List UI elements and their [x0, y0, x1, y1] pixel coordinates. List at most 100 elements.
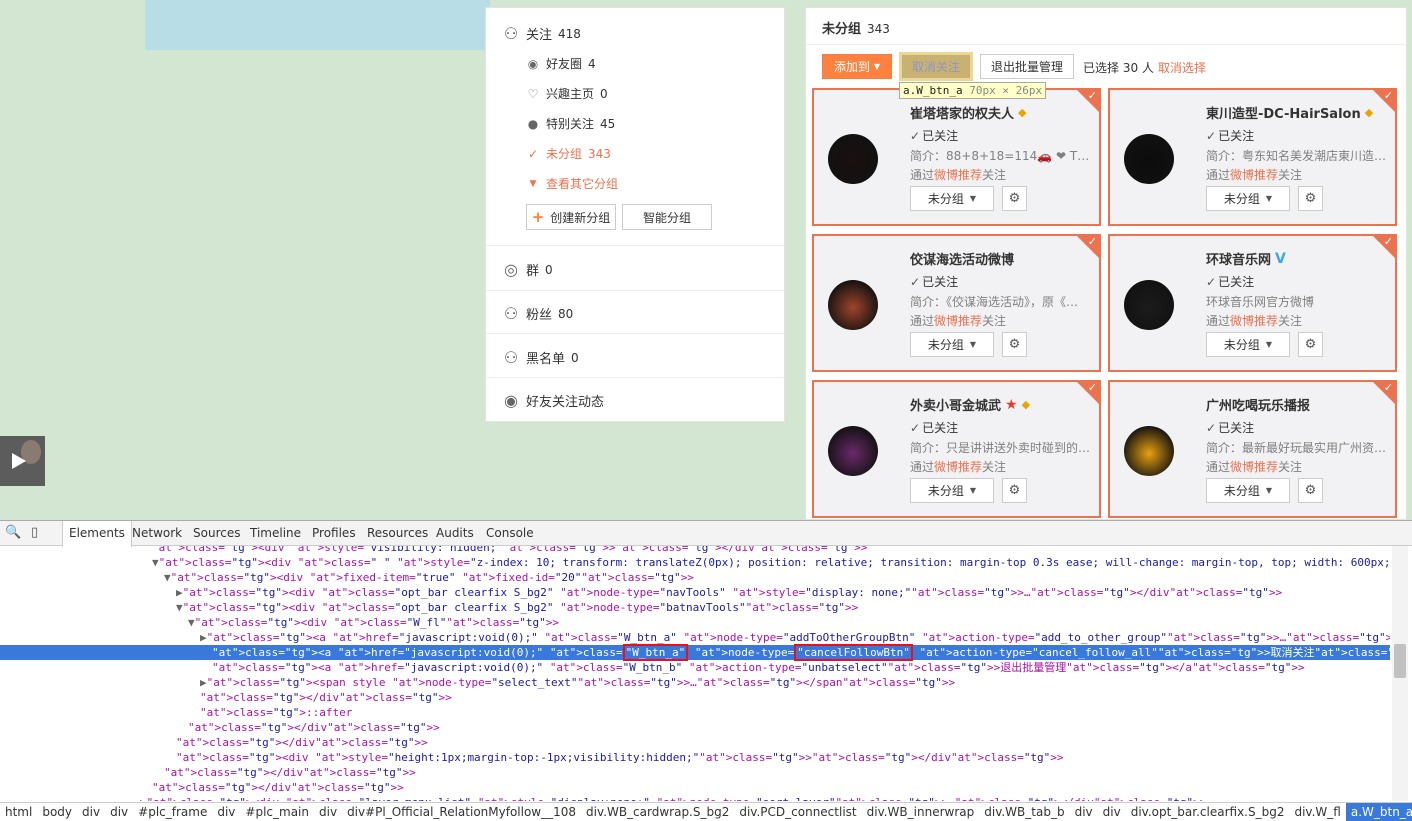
- dom-node-line[interactable]: "at">class="tg"><div "at">style="height:…: [0, 750, 1390, 765]
- nav-friend-activity[interactable]: ◉ 好友关注动态: [502, 391, 604, 410]
- breadcrumb-item[interactable]: div.WB_tab_b: [979, 803, 1069, 821]
- device-mode-icon[interactable]: ▯: [31, 525, 38, 540]
- gear-icon[interactable]: ⚙: [1298, 186, 1323, 211]
- expand-arrow-icon[interactable]: ▼: [176, 601, 183, 614]
- avatar[interactable]: [828, 426, 878, 476]
- scrollbar-thumb[interactable]: [1394, 644, 1406, 678]
- avatar[interactable]: [828, 280, 878, 330]
- breadcrumb-item[interactable]: a.W_btn_a: [1346, 803, 1412, 821]
- gear-icon[interactable]: ⚙: [1002, 332, 1027, 357]
- avatar[interactable]: [1124, 280, 1174, 330]
- card-name-text[interactable]: 佼谋海选活动微博: [910, 249, 1014, 268]
- gear-icon[interactable]: ⚙: [1298, 478, 1323, 503]
- card-name-text[interactable]: 東川造型-DC-HairSalon: [1206, 103, 1361, 122]
- group-select[interactable]: 未分组▼: [1206, 332, 1290, 357]
- dom-node-line[interactable]: "at">class="tg"></div"at">class="tg">>: [0, 780, 1390, 795]
- dom-node-selected[interactable]: "at">class="tg"><a "at">href="javascript…: [0, 645, 1390, 660]
- breadcrumb-item[interactable]: div.WB_innerwrap: [862, 803, 980, 821]
- devtools-tab-network[interactable]: Network: [126, 521, 188, 546]
- breadcrumb-item[interactable]: div.WB_cardwrap.S_bg2: [581, 803, 734, 821]
- via-link[interactable]: 微博推荐: [1230, 314, 1278, 328]
- devtools-tab-timeline[interactable]: Timeline: [244, 521, 307, 546]
- nav-blacklist[interactable]: ⚇ 黑名单 0: [502, 348, 579, 367]
- expand-arrow-icon[interactable]: ▶: [200, 676, 207, 689]
- group-select[interactable]: 未分组▼: [1206, 478, 1290, 503]
- gear-icon[interactable]: ⚙: [1298, 332, 1323, 357]
- dom-node-line[interactable]: "at">class="tg"></div"at">class="tg">>: [0, 735, 1390, 750]
- dom-node-line[interactable]: "at">class="tg"><div "at">style="visibil…: [0, 546, 1390, 555]
- card-name[interactable]: 广州吃喝玩乐播报: [1206, 395, 1310, 414]
- breadcrumb-item[interactable]: div: [314, 803, 342, 821]
- group-select[interactable]: 未分组▼: [910, 332, 994, 357]
- nav-interest-home[interactable]: ♡ 兴趣主页 0: [526, 85, 608, 102]
- breadcrumb-item[interactable]: div: [212, 803, 240, 821]
- dom-node-line[interactable]: ▶"at">class="tg"><div "at">class="layer_…: [0, 795, 1390, 801]
- follow-card[interactable]: ✓東川造型-DC-HairSalon◆✓已关注简介：粤东知名美发潮店東川造型…通…: [1108, 88, 1397, 226]
- dom-node-line[interactable]: "at">class="tg"></div"at">class="tg">>: [0, 765, 1390, 780]
- add-to-group-button[interactable]: 添加到▼: [822, 54, 892, 79]
- devtools-tab-elements[interactable]: Elements: [62, 521, 132, 547]
- breadcrumb-item[interactable]: body: [37, 803, 77, 821]
- group-select[interactable]: 未分组▼: [910, 478, 994, 503]
- dom-node-line[interactable]: "at">class="tg"></div"at">class="tg">>: [0, 690, 1390, 705]
- dom-node-line[interactable]: "at">class="tg"><a "at">href="javascript…: [0, 660, 1390, 675]
- expand-arrow-icon[interactable]: ▶: [200, 631, 207, 644]
- nav-follow[interactable]: ⚇ 关注 418: [502, 24, 581, 43]
- card-name[interactable]: 环球音乐网V: [1206, 249, 1286, 268]
- card-name-text[interactable]: 广州吃喝玩乐播报: [1206, 395, 1310, 414]
- breadcrumb-item[interactable]: div.W_fl: [1289, 803, 1345, 821]
- expand-arrow-icon[interactable]: ▼: [152, 556, 159, 569]
- breadcrumb-item[interactable]: html: [0, 803, 37, 821]
- avatar[interactable]: [1124, 426, 1174, 476]
- card-name[interactable]: 外卖小哥金城武★◆: [910, 395, 1030, 414]
- cancel-follow-button[interactable]: 取消关注: [901, 54, 971, 79]
- nav-special-follow[interactable]: ● 特别关注 45: [526, 115, 615, 132]
- avatar[interactable]: [1124, 134, 1174, 184]
- devtools-tab-profiles[interactable]: Profiles: [306, 521, 362, 546]
- expand-arrow-icon[interactable]: ▼: [164, 571, 171, 584]
- cancel-selection-link[interactable]: 取消选择: [1158, 59, 1206, 76]
- dom-node-line[interactable]: "at">class="tg"></div"at">class="tg">>: [0, 720, 1390, 735]
- create-group-button[interactable]: + 创建新分组: [526, 204, 616, 230]
- nav-fans[interactable]: ⚇ 粉丝 80: [502, 304, 573, 323]
- group-select[interactable]: 未分组▼: [1206, 186, 1290, 211]
- breadcrumb-item[interactable]: div: [105, 803, 133, 821]
- avatar[interactable]: [828, 134, 878, 184]
- search-icon[interactable]: 🔍: [5, 525, 21, 540]
- breadcrumb-item[interactable]: div.opt_bar.clearfix.S_bg2: [1126, 803, 1290, 821]
- dom-node-line[interactable]: ▼"at">class="tg"><div "at">fixed-item="t…: [0, 570, 1390, 585]
- via-link[interactable]: 微博推荐: [934, 460, 982, 474]
- breadcrumb-item[interactable]: div: [1070, 803, 1098, 821]
- follow-card[interactable]: ✓环球音乐网V✓已关注环球音乐网官方微博通过微博推荐关注未分组▼⚙: [1108, 234, 1397, 372]
- via-link[interactable]: 微博推荐: [934, 314, 982, 328]
- dom-node-line[interactable]: ▶"at">class="tg"><a "at">href="javascrip…: [0, 630, 1390, 645]
- exit-batch-button[interactable]: 退出批量管理: [980, 54, 1074, 79]
- dom-node-line[interactable]: "at">class="tg">::after: [0, 705, 1390, 720]
- nav-view-other-groups[interactable]: ▼ 查看其它分组: [526, 175, 618, 192]
- dom-node-line[interactable]: ▶"at">class="tg"><div "at">class="opt_ba…: [0, 585, 1390, 600]
- card-name[interactable]: 東川造型-DC-HairSalon◆: [1206, 103, 1373, 122]
- elements-scrollbar[interactable]: [1392, 546, 1408, 801]
- dom-node-line[interactable]: ▼"at">class="tg"><div "at">class=" " "at…: [0, 555, 1390, 570]
- gear-icon[interactable]: ⚙: [1002, 478, 1027, 503]
- card-name[interactable]: 崔塔塔家的权夫人◆: [910, 103, 1026, 122]
- nav-friends-circle[interactable]: ◉ 好友圈 4: [526, 55, 596, 72]
- devtools-tab-sources[interactable]: Sources: [187, 521, 246, 546]
- breadcrumb-item[interactable]: div: [77, 803, 105, 821]
- dom-node-line[interactable]: ▼"at">class="tg"><div "at">class="W_fl""…: [0, 615, 1390, 630]
- nav-ungrouped[interactable]: ✓ 未分组 343: [526, 145, 611, 162]
- breadcrumb-item[interactable]: #plc_frame: [133, 803, 212, 821]
- breadcrumb-item[interactable]: #plc_main: [240, 803, 314, 821]
- expand-arrow-icon[interactable]: ▶: [176, 586, 183, 599]
- follow-card[interactable]: ✓外卖小哥金城武★◆✓已关注简介：只是讲讲送外卖时碰到的…通过微博推荐关注未分组…: [812, 380, 1101, 518]
- follow-card[interactable]: ✓广州吃喝玩乐播报✓已关注简介：最新最好玩最实用广州资讯~通过微博推荐关注未分组…: [1108, 380, 1397, 518]
- expand-arrow-icon[interactable]: ▶: [140, 796, 147, 801]
- card-name[interactable]: 佼谋海选活动微博: [910, 249, 1014, 268]
- card-name-text[interactable]: 崔塔塔家的权夫人: [910, 103, 1014, 122]
- card-name-text[interactable]: 环球音乐网: [1206, 249, 1271, 268]
- gear-icon[interactable]: ⚙: [1002, 186, 1027, 211]
- devtools-tab-console[interactable]: Console: [480, 521, 540, 546]
- group-select[interactable]: 未分组▼: [910, 186, 994, 211]
- via-link[interactable]: 微博推荐: [1230, 168, 1278, 182]
- devtools-tab-audits[interactable]: Audits: [430, 521, 480, 546]
